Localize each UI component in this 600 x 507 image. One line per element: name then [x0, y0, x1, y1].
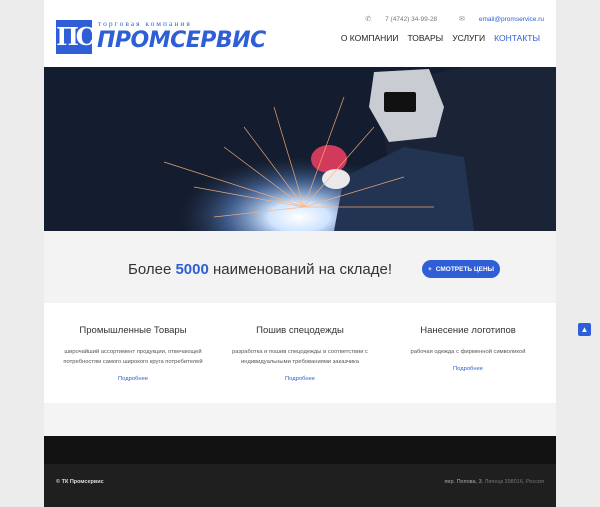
see-prices-button[interactable]: + СМОТРЕТЬ ЦЕНЫ	[422, 260, 500, 278]
section-gap	[44, 403, 556, 436]
service-card: Пошив спецодежды разработка и пошив спец…	[216, 325, 384, 385]
service-more-link[interactable]: Подробнее	[118, 376, 148, 382]
nav-about[interactable]: О КОМПАНИИ	[341, 33, 399, 43]
address-rest: , Липецк 398016, Россия	[481, 479, 544, 485]
service-card: Нанесение логотипов рабочая одежда с фир…	[384, 325, 552, 375]
phone-contact: ✆ 7 (4742) 34-99-28	[355, 15, 438, 24]
service-title: Промышленные Товары	[79, 325, 187, 336]
services-section: Промышленные Товары широчайший ассортиме…	[44, 303, 556, 403]
phone-number: 7 (4742) 34-99-28	[385, 15, 438, 23]
plus-icon: +	[427, 265, 432, 273]
header-contacts: ✆ 7 (4742) 34-99-28 ✉ email@promservice.…	[345, 15, 544, 24]
cta-text: Более 5000 наименований на складе!	[128, 261, 392, 278]
service-title: Пошив спецодежды	[256, 325, 344, 336]
site-header: ПС торговая компания ПРОМСЕРВИС ✆ 7 (474…	[44, 0, 556, 67]
service-card: Промышленные Товары широчайший ассортиме…	[49, 325, 217, 385]
page: ПС торговая компания ПРОМСЕРВИС ✆ 7 (474…	[44, 0, 556, 507]
email-link[interactable]: email@promservice.ru	[479, 16, 544, 23]
chevron-up-icon: ▲	[580, 325, 589, 334]
service-description: рабочая одежда с фирменной символикой	[410, 349, 526, 355]
service-more-link[interactable]: Подробнее	[285, 376, 315, 382]
site-footer: © ТК Промсервис пер. Попова, 3, Липецк 3…	[44, 464, 556, 507]
service-more-link[interactable]: Подробнее	[453, 366, 483, 372]
logo-subtitle: торговая компания	[98, 19, 192, 28]
hero-banner-welding-image	[44, 67, 556, 231]
logo-name: ПРОМСЕРВИС	[97, 28, 266, 53]
main-nav: О КОМПАНИИ ТОВАРЫ УСЛУГИ КОНТАКТЫ	[341, 33, 540, 43]
cta-suffix: наименований на складе!	[213, 261, 393, 278]
phone-icon: ✆	[365, 16, 372, 23]
cta-number: 5000	[175, 261, 209, 278]
welder-illustration	[44, 67, 556, 231]
copyright: © ТК Промсервис	[56, 479, 104, 485]
nav-products[interactable]: ТОВАРЫ	[408, 33, 444, 43]
cta-prefix: Более	[128, 261, 172, 278]
footer-top-band	[44, 436, 556, 464]
nav-services[interactable]: УСЛУГИ	[452, 33, 485, 43]
logo[interactable]: ПС торговая компания ПРОМСЕРВИС	[56, 19, 266, 57]
service-description: разработка и пошив спецодежды в соответс…	[232, 349, 368, 365]
logo-mark: ПС	[56, 20, 95, 54]
see-prices-label: СМОТРЕТЬ ЦЕНЫ	[435, 265, 495, 273]
email-contact[interactable]: ✉ email@promservice.ru	[449, 15, 544, 24]
footer-address: пер. Попова, 3, Липецк 398016, Россия	[444, 479, 544, 485]
service-title: Нанесение логотипов	[420, 325, 516, 336]
scroll-to-top-button[interactable]: ▲	[578, 323, 591, 336]
envelope-icon: ✉	[459, 16, 465, 23]
service-description: широчайший ассортимент продукции, отвеча…	[63, 349, 203, 365]
nav-contacts[interactable]: КОНТАКТЫ	[494, 33, 540, 43]
address-street: пер. Попова, 3	[444, 479, 482, 485]
